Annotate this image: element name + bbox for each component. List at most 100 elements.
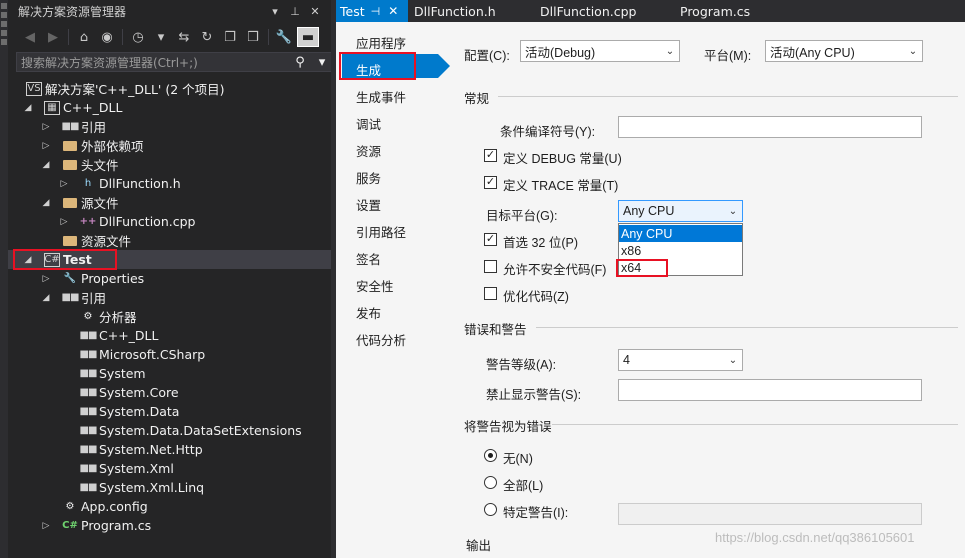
expanded-arrow-icon[interactable]: ◢: [40, 198, 52, 208]
sync-icon[interactable]: ⇆: [174, 27, 194, 47]
nav-item[interactable]: 签名: [356, 249, 381, 268]
solution-search-box[interactable]: 搜索解决方案资源管理器(Ctrl+;) ⚲ ▾: [16, 52, 334, 72]
nav-item[interactable]: 设置: [356, 195, 381, 214]
conditional-symbols-input[interactable]: [618, 116, 922, 138]
suppress-warnings-input[interactable]: [618, 379, 922, 401]
expanded-arrow-icon[interactable]: ◢: [22, 103, 34, 113]
nav-item[interactable]: 应用程序: [356, 33, 406, 52]
tab-dllfunction-cpp[interactable]: DllFunction.cpp: [540, 0, 680, 22]
tree-item[interactable]: ■■ System.Data.DataSetExtensions: [8, 421, 331, 440]
tree-item[interactable]: ◢ 头文件: [8, 155, 331, 174]
define-trace-checkbox[interactable]: ✓: [484, 176, 497, 189]
nav-item[interactable]: 资源: [356, 141, 381, 160]
solution-explorer-panel: 解决方案资源管理器 ▾ ⊥ ✕ ◀ ▶ ⌂ ◉ ◷ ▾ ⇆ ↻ ❐ ❒ 🔧 ▬ 搜索解决方案资源管理器…: [8, 0, 334, 558]
tree-item[interactable]: ■■ System: [8, 364, 331, 383]
tree-item[interactable]: ■■ System.Data: [8, 402, 331, 421]
nav-item[interactable]: 发布: [356, 303, 381, 322]
nav-item[interactable]: 引用路径: [356, 222, 406, 241]
option-x86[interactable]: x86: [619, 242, 742, 259]
refresh-icon[interactable]: ↻: [197, 27, 217, 47]
collapsed-arrow-icon[interactable]: ▷: [58, 217, 70, 227]
tab-program-cs[interactable]: Program.cs: [680, 0, 750, 22]
tree-item[interactable]: ⚙ App.config: [8, 497, 331, 516]
tree-item-label: Properties: [81, 271, 145, 286]
tree-item[interactable]: ▷ 🔧 Properties: [8, 269, 331, 288]
forward-icon[interactable]: ▶: [43, 27, 63, 47]
treat-warnings-specific-radio[interactable]: [484, 503, 497, 516]
strip-tab-4[interactable]: [1, 30, 7, 36]
nav-item[interactable]: 安全性: [356, 276, 394, 295]
collapsed-arrow-icon[interactable]: ▷: [40, 141, 52, 151]
tree-item[interactable]: ■■ System.Xml: [8, 459, 331, 478]
collapsed-arrow-icon[interactable]: ▷: [40, 274, 52, 284]
tree-item[interactable]: ◢ ▦ C++_DLL: [8, 98, 331, 117]
tree-item-label: 外部依赖项: [81, 139, 144, 154]
treat-warnings-none-radio[interactable]: [484, 449, 497, 462]
search-icon[interactable]: ⚲: [289, 55, 311, 70]
tab-test[interactable]: Test ⊣ ✕: [336, 0, 408, 22]
collapsed-arrow-icon[interactable]: ▷: [40, 122, 52, 132]
project-properties-page: 应用程序 生成 生成事件 调试 资源 服务 设置 引用路径 签名 安全性 发布 代码分析 配置(C):…: [336, 22, 965, 558]
tree-item[interactable]: ▷ 外部依赖项: [8, 136, 331, 155]
close-icon[interactable]: ✕: [388, 4, 398, 18]
tree-item[interactable]: ▷ C# Program.cs: [8, 516, 331, 535]
search-input[interactable]: 搜索解决方案资源管理器(Ctrl+;): [21, 54, 289, 71]
tree-item[interactable]: 资源文件: [8, 231, 331, 250]
expanded-arrow-icon[interactable]: ◢: [40, 293, 52, 303]
back-icon[interactable]: ◀: [20, 27, 40, 47]
dropdown-icon[interactable]: ▾: [267, 5, 283, 18]
tree-item[interactable]: ⚙ 分析器: [8, 307, 331, 326]
nav-item[interactable]: 调试: [356, 114, 381, 133]
vertical-tool-strip[interactable]: [0, 0, 8, 558]
warning-level-select[interactable]: 4 ⌄: [618, 349, 743, 371]
search-options-icon[interactable]: ▾: [311, 55, 333, 70]
collapsed-arrow-icon[interactable]: ▷: [40, 521, 52, 531]
dropdown-icon[interactable]: ▾: [151, 27, 171, 47]
tree-item-label: System.Xml.Linq: [99, 480, 205, 495]
strip-tab-3[interactable]: [1, 21, 7, 27]
pin-icon[interactable]: ⊥: [287, 5, 303, 18]
platform-select[interactable]: 活动(Any CPU) ⌄: [765, 40, 923, 62]
config-select[interactable]: 活动(Debug) ⌄: [520, 40, 680, 62]
optimize-code-checkbox[interactable]: [484, 287, 497, 300]
pin-icon[interactable]: ⊣: [371, 5, 381, 18]
tree-item[interactable]: ▷ ++ DllFunction.cpp: [8, 212, 331, 231]
treat-warnings-all-radio[interactable]: [484, 476, 497, 489]
collapsed-arrow-icon[interactable]: ▷: [58, 179, 70, 189]
platform-value: 活动(Any CPU): [770, 45, 855, 60]
folder-icon: [62, 234, 78, 248]
tree-item-label: 引用: [81, 291, 107, 306]
tree-item[interactable]: ■■ System.Xml.Linq: [8, 478, 331, 497]
define-debug-checkbox[interactable]: ✓: [484, 149, 497, 162]
tree-item[interactable]: ▷ ■■ 引用: [8, 117, 331, 136]
tree-item[interactable]: VS 解决方案'C++_DLL' (2 个项目): [8, 79, 331, 98]
tree-item[interactable]: ◢ ■■ 引用: [8, 288, 331, 307]
allow-unsafe-checkbox[interactable]: [484, 260, 497, 273]
tree-item[interactable]: ■■ System.Net.Http: [8, 440, 331, 459]
tree-item[interactable]: ◢ 源文件: [8, 193, 331, 212]
nav-item[interactable]: 生成事件: [356, 87, 406, 106]
expanded-arrow-icon[interactable]: ◢: [40, 160, 52, 170]
nav-item[interactable]: 代码分析: [356, 330, 406, 349]
strip-tab-5[interactable]: [1, 39, 7, 45]
tree-item[interactable]: ■■ C++_DLL: [8, 326, 331, 345]
close-icon[interactable]: ✕: [307, 5, 323, 18]
strip-tab-2[interactable]: [1, 12, 7, 18]
properties-icon[interactable]: 🔧: [274, 27, 294, 47]
preview-icon[interactable]: ▬: [297, 27, 319, 47]
tree-item[interactable]: ▷ h DllFunction.h: [8, 174, 331, 193]
option-any-cpu[interactable]: Any CPU: [619, 225, 742, 242]
tree-item-label: Microsoft.CSharp: [99, 347, 206, 362]
platform-target-select[interactable]: Any CPU ⌄: [618, 200, 743, 222]
tree-item[interactable]: ■■ Microsoft.CSharp: [8, 345, 331, 364]
vs-icon[interactable]: ◉: [97, 27, 117, 47]
copy-icon[interactable]: ❒: [243, 27, 263, 47]
nav-item[interactable]: 服务: [356, 168, 381, 187]
prefer-32bit-checkbox[interactable]: ✓: [484, 233, 497, 246]
collapse-icon[interactable]: ❐: [220, 27, 240, 47]
tab-dllfunction-h[interactable]: DllFunction.h: [414, 0, 540, 22]
history-icon[interactable]: ◷: [128, 27, 148, 47]
tree-item[interactable]: ■■ System.Core: [8, 383, 331, 402]
home-icon[interactable]: ⌂: [74, 27, 94, 47]
strip-tab-1[interactable]: [1, 3, 7, 9]
